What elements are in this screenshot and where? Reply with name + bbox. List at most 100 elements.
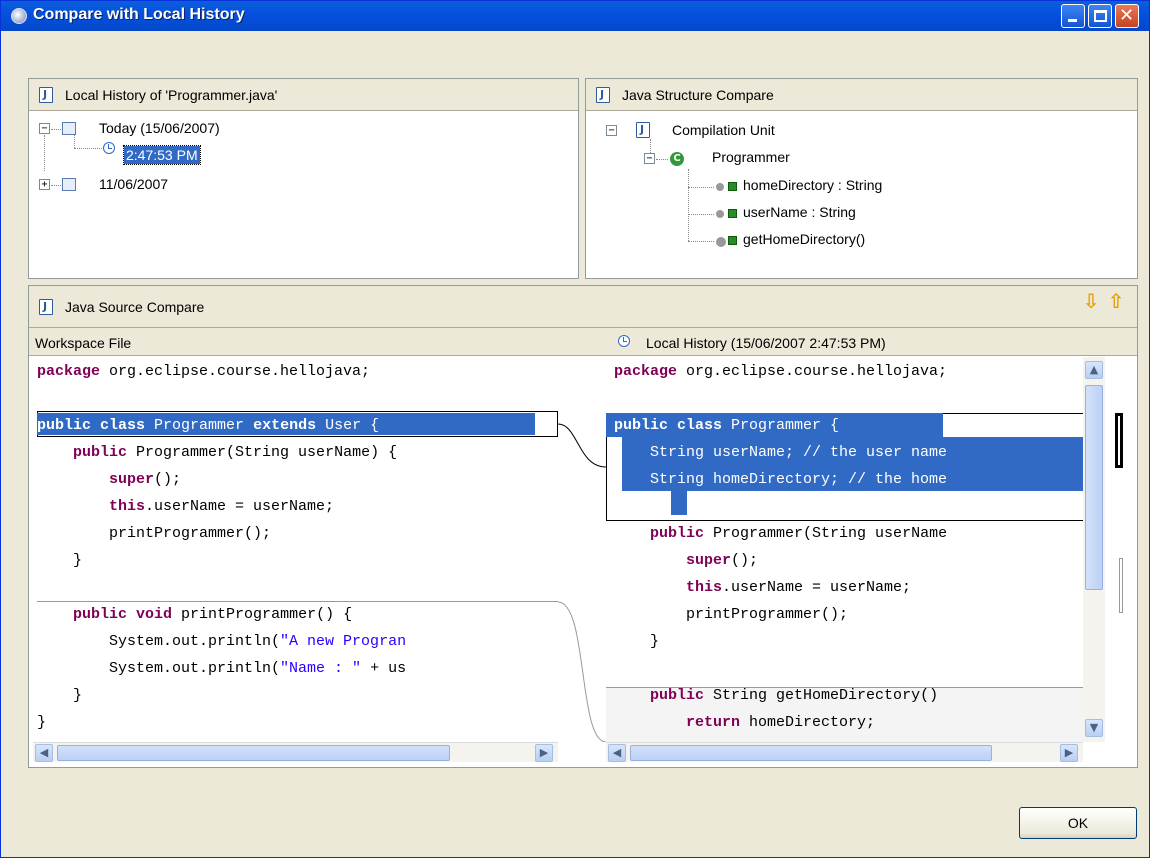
code-text: org.eclipse.course.hellojava; bbox=[677, 363, 948, 380]
calendar-icon bbox=[62, 122, 76, 135]
local-history-title: Local History of 'Programmer.java' bbox=[65, 87, 278, 103]
collapse-icon[interactable]: − bbox=[606, 125, 617, 136]
right-highlight bbox=[671, 491, 687, 515]
method-icon bbox=[716, 237, 726, 247]
scroll-left-button[interactable]: ◀ bbox=[35, 744, 53, 762]
right-vertical-scrollbar[interactable]: ▲ ▼ bbox=[1083, 357, 1105, 742]
keyword: extends bbox=[253, 417, 317, 434]
code-text: .userName = userName; bbox=[722, 579, 912, 596]
tree-connector bbox=[688, 169, 689, 241]
class-node[interactable]: Programmer bbox=[712, 149, 790, 165]
minimize-button[interactable] bbox=[1061, 4, 1085, 28]
code-line: public String getHomeDirectory() bbox=[614, 687, 938, 704]
history-item-selected[interactable]: 2:47:53 PM bbox=[123, 145, 201, 165]
scroll-down-button[interactable]: ▼ bbox=[1085, 719, 1103, 737]
code-text: } bbox=[37, 687, 83, 704]
code-line: public Programmer(String userName bbox=[614, 525, 947, 542]
scroll-right-button[interactable]: ▶ bbox=[535, 744, 553, 762]
member-get-home-directory[interactable]: getHomeDirectory() bbox=[743, 231, 865, 247]
tree-connector bbox=[688, 187, 714, 188]
code-text: Programmer { bbox=[722, 417, 840, 434]
source-compare-title: Java Source Compare bbox=[65, 299, 205, 315]
right-horizontal-scrollbar[interactable]: ◀ ▶ bbox=[606, 742, 1083, 762]
previous-difference-icon[interactable]: ⇧ bbox=[1107, 291, 1125, 311]
compilation-unit-node[interactable]: Compilation Unit bbox=[672, 122, 775, 138]
history-item-today[interactable]: Today (15/06/2007) bbox=[99, 120, 220, 136]
code-text: Programmer(String userName bbox=[704, 525, 948, 542]
title-bar[interactable]: Compare with Local History ✕ bbox=[1, 1, 1149, 31]
scroll-thumb[interactable] bbox=[57, 745, 450, 761]
code-line: } bbox=[37, 714, 46, 731]
keyword: public class bbox=[37, 417, 146, 434]
code-text: homeDirectory; bbox=[740, 714, 876, 731]
maximize-icon bbox=[1094, 10, 1107, 22]
maximize-button[interactable] bbox=[1088, 4, 1112, 28]
java-file-icon bbox=[39, 87, 53, 103]
public-method-icon bbox=[728, 236, 737, 245]
keyword: public void bbox=[73, 606, 173, 623]
keyword: super bbox=[109, 471, 155, 488]
close-button[interactable]: ✕ bbox=[1115, 4, 1139, 28]
expand-icon[interactable]: + bbox=[39, 179, 50, 190]
code-text: String homeDirectory; // the home bbox=[614, 471, 948, 488]
code-text: String userName; // the user name bbox=[614, 444, 948, 461]
close-icon: ✕ bbox=[1119, 5, 1135, 26]
member-home-directory[interactable]: homeDirectory : String bbox=[743, 177, 882, 193]
string-literal: "Name : " bbox=[280, 660, 362, 677]
right-code-pane[interactable]: package org.eclipse.course.hellojava; pub… bbox=[606, 357, 1083, 742]
structure-compare-title: Java Structure Compare bbox=[622, 87, 774, 103]
member-user-name[interactable]: userName : String bbox=[743, 204, 856, 220]
workspace-file-label: Workspace File bbox=[35, 335, 132, 351]
keyword: this bbox=[686, 579, 723, 596]
next-difference-icon[interactable]: ⇩ bbox=[1082, 291, 1100, 311]
scroll-thumb[interactable] bbox=[1085, 385, 1103, 590]
code-line: public class Programmer { bbox=[614, 417, 839, 434]
left-code-pane[interactable]: package org.eclipse.course.hellojava; pub… bbox=[29, 357, 558, 742]
center-gutter-header bbox=[558, 328, 606, 356]
code-line: } bbox=[37, 552, 82, 569]
ok-button[interactable]: OK bbox=[1019, 807, 1137, 839]
code-text: .userName = userName; bbox=[145, 498, 335, 515]
eclipse-icon bbox=[11, 8, 27, 24]
code-line: super(); bbox=[37, 471, 181, 488]
history-item-older[interactable]: 11/06/2007 bbox=[99, 176, 168, 192]
code-text: org.eclipse.course.hellojava; bbox=[100, 363, 371, 380]
code-line: String userName; // the user name bbox=[614, 444, 947, 461]
window-title: Compare with Local History bbox=[33, 6, 245, 23]
code-text: System.out.println( bbox=[37, 660, 281, 677]
calendar-icon bbox=[62, 178, 76, 191]
code-text: } bbox=[37, 552, 83, 569]
code-text: } bbox=[37, 714, 47, 731]
code-text: User { bbox=[316, 417, 380, 434]
tree-connector bbox=[656, 159, 668, 160]
tree-connector bbox=[44, 135, 45, 171]
code-line: package org.eclipse.course.hellojava; bbox=[614, 363, 947, 380]
keyword: public bbox=[73, 444, 128, 461]
code-line: printProgrammer(); bbox=[614, 606, 848, 623]
diff-connector bbox=[558, 423, 606, 742]
collapse-icon[interactable]: − bbox=[39, 123, 50, 134]
tree-connector bbox=[688, 241, 714, 242]
collapse-icon[interactable]: − bbox=[644, 153, 655, 164]
scroll-left-button[interactable]: ◀ bbox=[608, 744, 626, 762]
scroll-up-button[interactable]: ▲ bbox=[1085, 361, 1103, 379]
compilation-unit-icon bbox=[636, 122, 650, 138]
compare-dialog: Compare with Local History ✕ Local Histo… bbox=[0, 0, 1150, 858]
left-horizontal-scrollbar[interactable]: ◀ ▶ bbox=[33, 742, 558, 762]
local-history-panel: Local History of 'Programmer.java' − Tod… bbox=[28, 78, 579, 279]
code-text: System.out.println( bbox=[37, 633, 281, 650]
right-pane-header: Local History (15/06/2007 2:47:53 PM) bbox=[606, 328, 1137, 356]
code-text: + us bbox=[361, 660, 407, 677]
scroll-thumb[interactable] bbox=[630, 745, 992, 761]
field-icon bbox=[716, 210, 724, 218]
structure-compare-header: Java Structure Compare bbox=[586, 79, 1137, 111]
structure-compare-panel: Java Structure Compare − Compilation Uni… bbox=[585, 78, 1138, 279]
code-text: printProgrammer(); bbox=[614, 606, 849, 623]
change-marker bbox=[1115, 413, 1123, 468]
scroll-right-button[interactable]: ▶ bbox=[1060, 744, 1078, 762]
overview-ruler[interactable] bbox=[1105, 357, 1137, 742]
tree-connector bbox=[74, 148, 102, 149]
